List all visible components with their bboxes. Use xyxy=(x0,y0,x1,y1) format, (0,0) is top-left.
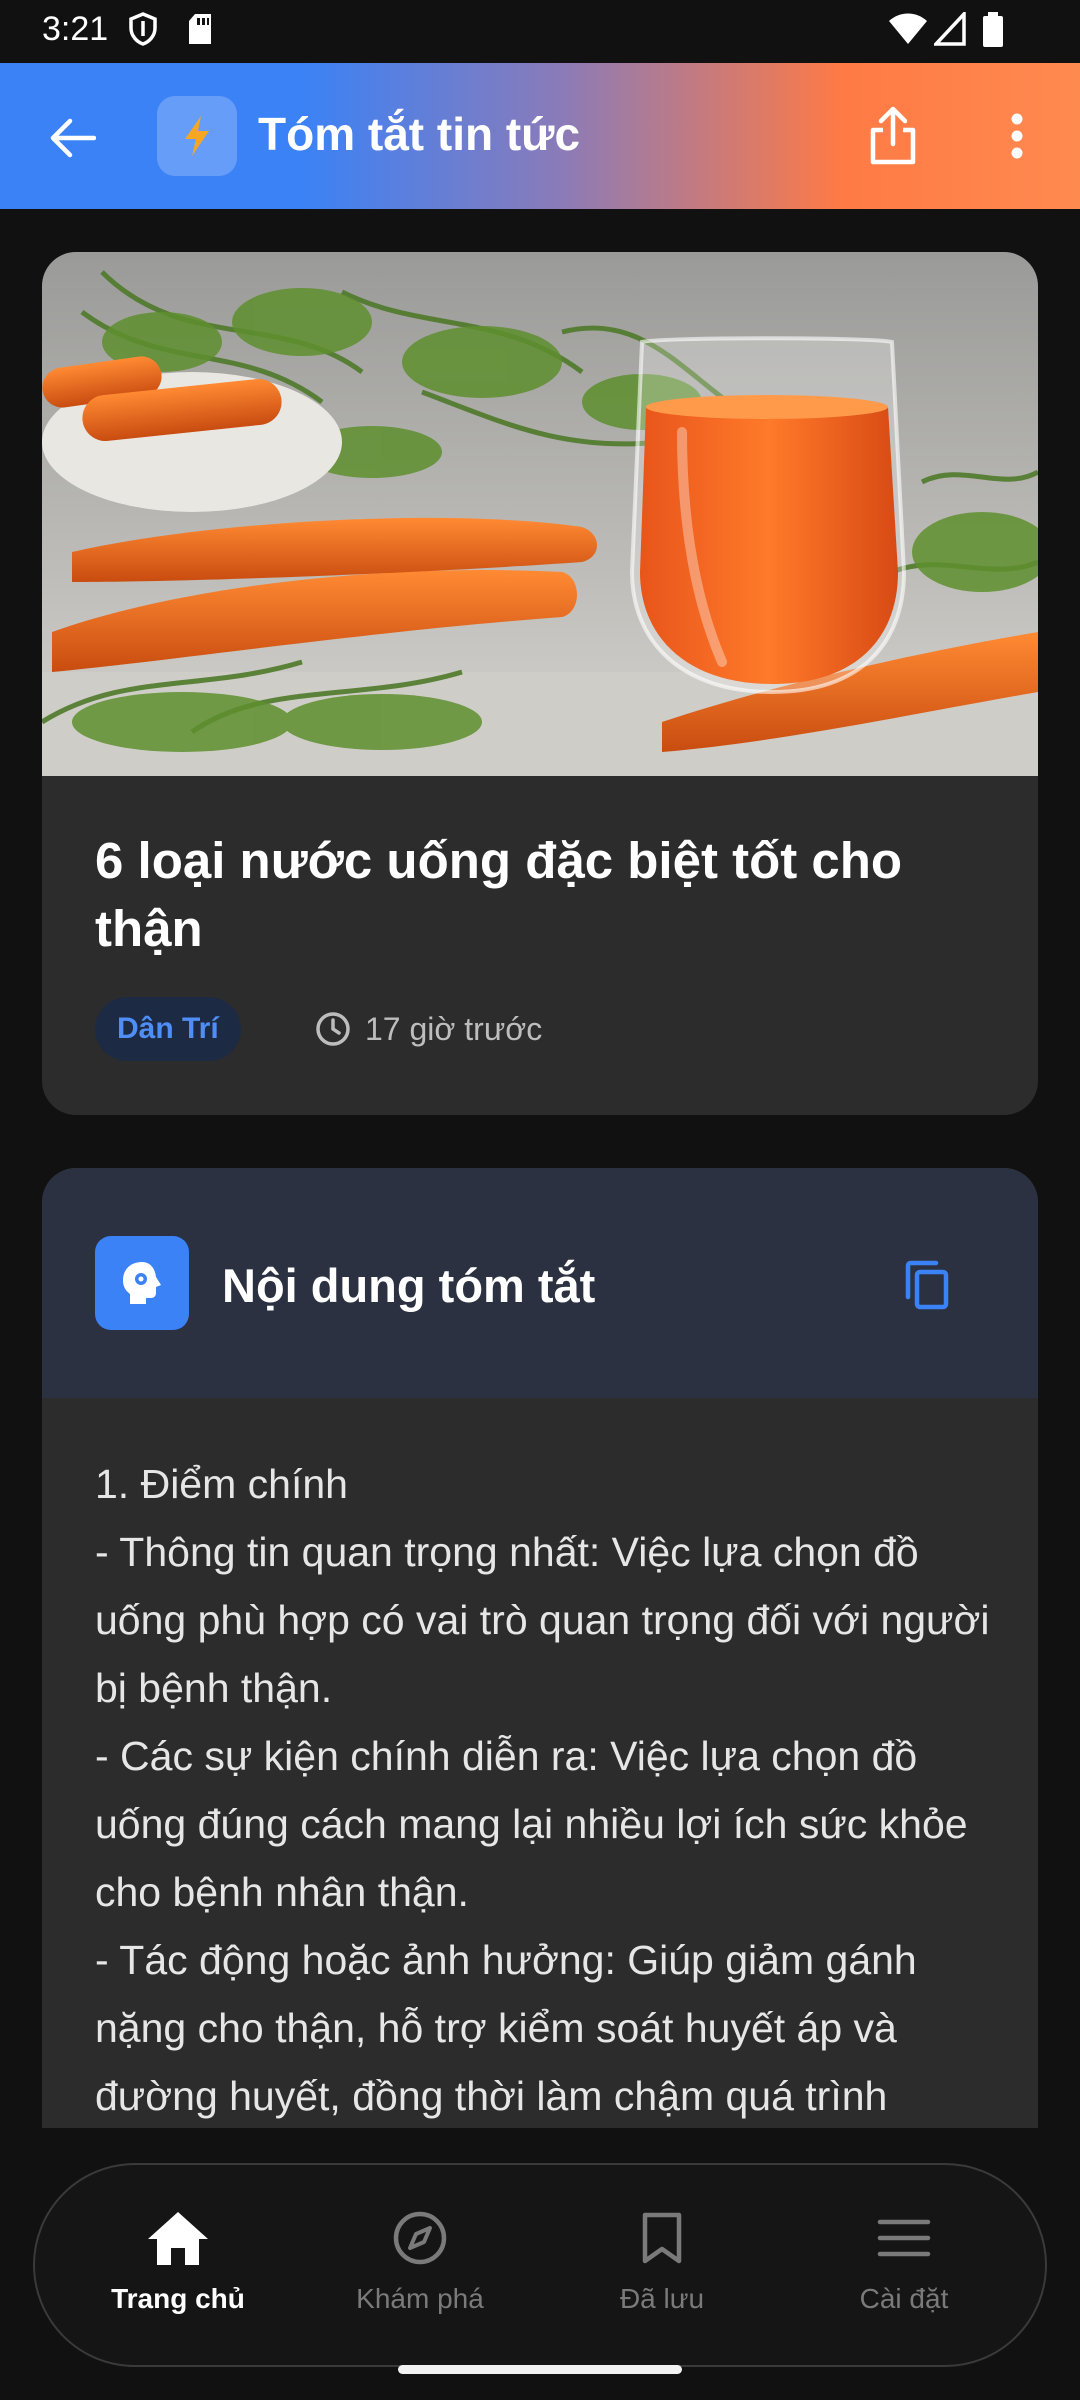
bottom-nav: Trang chủ Khám phá Đã lưu Cài đặt xyxy=(33,2163,1047,2367)
bookmark-icon xyxy=(627,2203,697,2273)
app-bar: Tóm tắt tin tức xyxy=(0,63,1080,209)
app-title: Tóm tắt tin tức xyxy=(258,108,581,160)
article-card[interactable]: 6 loại nước uống đặc biệt tốt cho thận D… xyxy=(42,252,1038,1115)
home-indicator[interactable] xyxy=(398,2365,682,2374)
lightning-icon xyxy=(185,116,209,156)
more-options-button[interactable] xyxy=(982,98,1052,174)
share-icon xyxy=(870,106,916,165)
summary-header: Nội dung tóm tắt xyxy=(42,1168,1038,1398)
copy-button[interactable] xyxy=(892,1250,962,1320)
summary-card: Nội dung tóm tắt 1. Điểm chính - Thông t… xyxy=(42,1168,1038,2128)
nav-item-settings[interactable]: Cài đặt xyxy=(814,2203,994,2333)
menu-icon xyxy=(869,2203,939,2273)
nav-item-explore[interactable]: Khám phá xyxy=(330,2203,510,2333)
arrow-back-icon xyxy=(50,118,96,158)
back-button[interactable] xyxy=(38,103,108,173)
summary-line: 1. Điểm chính xyxy=(95,1461,348,1507)
wifi-icon xyxy=(888,12,928,51)
signal-icon xyxy=(931,9,966,51)
more-vert-icon xyxy=(1011,113,1023,159)
time-ago-text: 17 giờ trước xyxy=(365,1010,543,1047)
summary-line: - Tác động hoặc ảnh hưởng: Giúp giảm gán… xyxy=(95,1937,917,2119)
source-badge[interactable]: Dân Trí xyxy=(95,997,241,1061)
app-logo xyxy=(157,96,237,176)
summary-title: Nội dung tóm tắt xyxy=(222,1259,596,1312)
summary-line: - Các sự kiện chính diễn ra: Việc lựa ch… xyxy=(95,1733,968,1915)
nav-label: Trang chủ xyxy=(111,2283,245,2314)
nav-label: Đã lưu xyxy=(619,2283,705,2314)
summary-content: 1. Điểm chính - Thông tin quan trọng nhấ… xyxy=(95,1450,995,2128)
status-bar: 3:21 xyxy=(0,0,1080,63)
article-title: 6 loại nước uống đặc biệt tốt cho thận xyxy=(95,832,903,957)
copy-icon xyxy=(905,1260,949,1310)
article-time: 17 giờ trước xyxy=(315,1007,542,1051)
psychology-icon xyxy=(95,1236,189,1330)
compass-icon xyxy=(385,2203,455,2273)
nav-item-saved[interactable]: Đã lưu xyxy=(572,2203,752,2333)
home-icon xyxy=(143,2203,213,2273)
share-button[interactable] xyxy=(855,98,931,174)
summary-line: - Thông tin quan trọng nhất: Việc lựa ch… xyxy=(95,1529,990,1711)
sd-card-icon xyxy=(187,12,213,51)
nav-item-home[interactable]: Trang chủ xyxy=(88,2203,268,2333)
nav-label: Khám phá xyxy=(356,2283,484,2314)
article-image xyxy=(42,252,1038,776)
nav-label: Cài đặt xyxy=(859,2283,949,2314)
status-time: 3:21 xyxy=(42,10,109,48)
shield-icon xyxy=(128,12,158,51)
battery-icon xyxy=(982,12,1004,53)
clock-icon xyxy=(316,1012,350,1046)
